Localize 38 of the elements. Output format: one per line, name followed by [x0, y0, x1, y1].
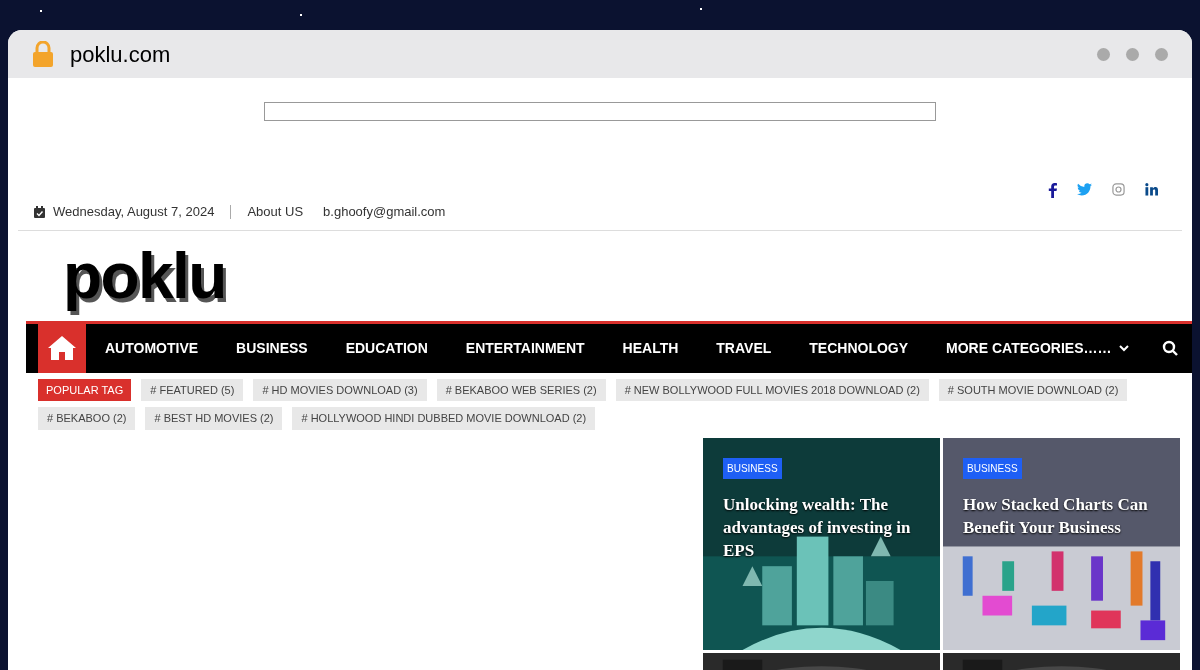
top-link[interactable]: b.ghoofy@gmail.com [323, 202, 446, 222]
popular-tag-heading: POPULAR TAG [38, 378, 132, 401]
article-title[interactable]: Unlocking wealth: The advantages of investing in EPS [723, 492, 920, 562]
home-icon [47, 335, 77, 361]
nav-item[interactable]: HEALTH [603, 337, 698, 359]
camera-icon[interactable] [1112, 183, 1125, 196]
article-card[interactable]: BUSINESS How Stacked Charts Can Benefit Your Business [943, 437, 1180, 650]
search-icon[interactable] [1162, 340, 1178, 356]
tag-link[interactable]: # BEKABOO WEB SERIES (2) [436, 378, 606, 401]
category-badge[interactable]: BUSINESS [723, 457, 782, 479]
nav-item[interactable]: EDUCATION [326, 337, 447, 359]
top-link[interactable]: About US [247, 202, 304, 222]
nav-item[interactable]: BUSINESS [217, 337, 327, 359]
tag-link[interactable]: # NEW BOLLYWOOD FULL MOVIES 2018 DOWNLOAD (2) [615, 378, 929, 401]
nav-item[interactable]: AUTOMOTIVE [86, 337, 218, 359]
home-button[interactable] [38, 323, 86, 373]
tag-link[interactable]: # HOLLYWOOD HINDI DUBBED MOVIE DOWNLOAD (2) [292, 407, 596, 430]
address-text[interactable]: poklu.com [70, 37, 171, 71]
date-text: Wednesday, August 7, 2024 [53, 203, 215, 221]
tag-link[interactable]: # HD MOVIES DOWNLOAD (3) [253, 378, 427, 401]
more-categories-menu[interactable]: MORE CATEGORIES…… [927, 337, 1149, 359]
tag-link[interactable]: # SOUTH MOVIE DOWNLOAD (2) [938, 378, 1128, 401]
tag-link[interactable]: # BEKABOO (2) [38, 407, 136, 430]
category-badge[interactable]: BUSINESS [963, 457, 1022, 479]
nav-item[interactable]: TECHNOLOGY [790, 337, 928, 359]
facebook-icon[interactable] [1048, 183, 1057, 198]
chevron-down-icon [1119, 344, 1130, 352]
tag-link[interactable]: # FEATURED (5) [141, 378, 244, 401]
tag-link[interactable]: # BEST HD MOVIES (2) [145, 407, 283, 430]
twitter-icon[interactable] [1077, 183, 1092, 196]
nav-item[interactable]: ENTERTAINMENT [446, 337, 604, 359]
broken-image-icon [264, 102, 936, 121]
article-card[interactable]: BUSINESS Unlocking wealth: The advantages of investing in EPS [703, 437, 940, 650]
linkedin-icon[interactable] [1145, 183, 1158, 196]
article-title[interactable]: How Stacked Charts Can Benefit Your Business [963, 492, 1160, 539]
nav-item[interactable]: TRAVEL [697, 337, 791, 359]
calendar-icon [34, 205, 45, 218]
lock-icon [32, 41, 54, 67]
